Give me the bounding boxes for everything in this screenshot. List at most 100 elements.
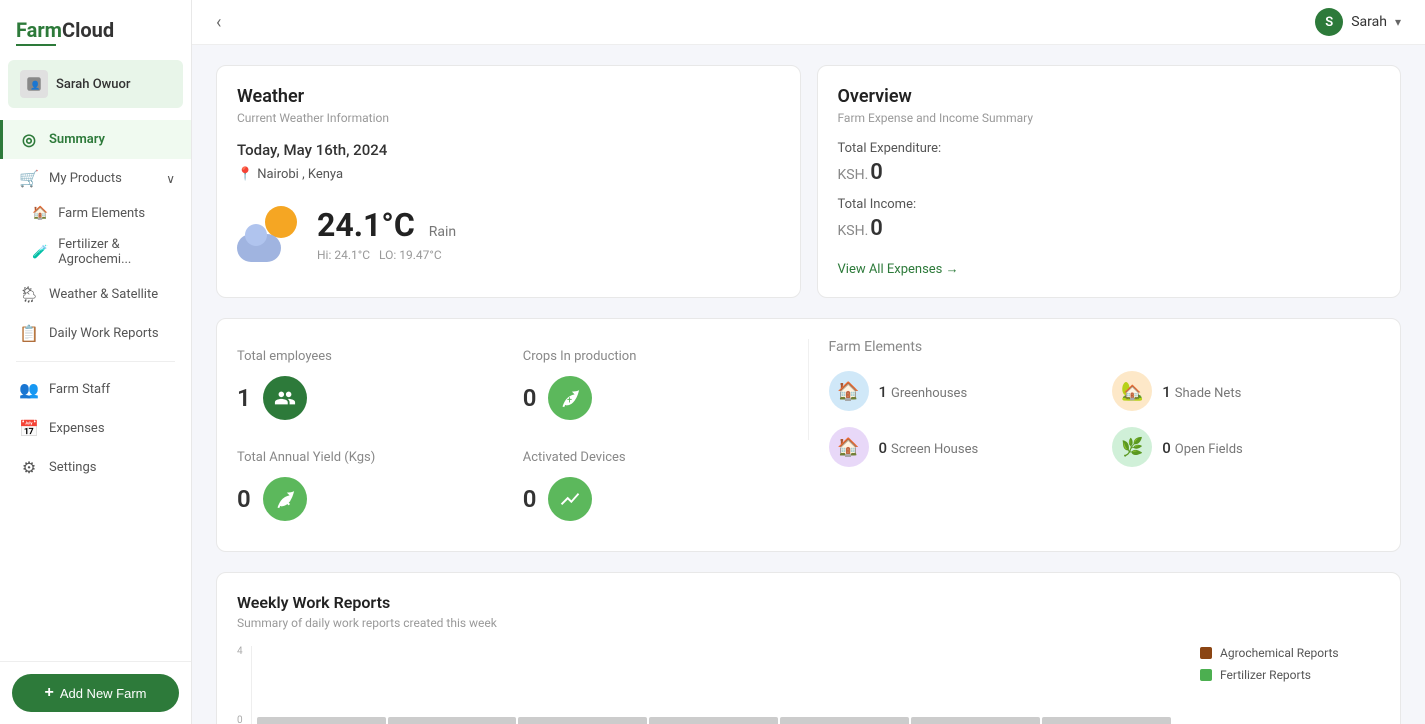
chart-bar-4 [649,717,778,724]
farm-elements-stats: Farm Elements 🏠 1 Greenhouses 🏡 [809,339,1381,531]
fertilizer-icon: 🧪 [32,245,48,260]
expenses-icon: 📅 [19,419,39,438]
sidebar-label-daily-work: Daily Work Reports [49,326,159,341]
y-min: 0 [237,715,243,724]
fertilizer-legend-label: Fertilizer Reports [1220,668,1311,682]
logo-area: FarmCloud [0,0,191,56]
devices-label: Activated Devices [523,450,789,465]
stats-grid: Total employees 1 Total Annual Yield (Kg… [237,339,1380,531]
stats-left: Total employees 1 Total Annual Yield (Kg… [237,339,523,531]
greenhouse-name: Greenhouses [891,386,967,401]
chart-legend: Agrochemical Reports Fertilizer Reports [1200,646,1380,724]
sidebar-item-my-products[interactable]: 🛒 My Products ∨ [0,159,191,198]
expenditure-currency: KSH. [838,167,869,183]
weather-details: 24.1°C Rain Hi: 24.1°C LO: 19.47°C [317,206,456,262]
income-row: Total Income: KSH.0 [838,197,1381,241]
open-fields-count: 0 [1162,439,1171,457]
weather-location: 📍 Nairobi , Kenya [237,167,780,182]
chart-bars [251,646,1176,724]
farm-elements-icon: 🏠 [32,206,48,221]
greenhouse-count: 1 [879,383,888,401]
employees-label: Total employees [237,349,503,364]
income-currency: KSH. [838,223,869,239]
topbar: ‹ S Sarah ▾ [192,0,1425,45]
income-amount: 0 [870,216,883,241]
yield-icon [263,477,307,521]
sidebar-label-products: My Products [49,171,122,186]
annual-yield-label: Total Annual Yield (Kgs) [237,450,503,465]
income-value: KSH.0 [838,216,1381,241]
view-all-expenses-link[interactable]: View All Expenses → [838,261,959,277]
devices-stat: Activated Devices 0 [523,440,809,531]
page-content: Weather Current Weather Information Toda… [192,45,1425,724]
add-farm-button[interactable]: + Add New Farm [12,674,179,712]
crops-label: Crops In production [523,349,788,364]
employees-stat: Total employees 1 [237,339,523,440]
topbar-user[interactable]: S Sarah ▾ [1315,8,1401,36]
employees-value-row: 1 [237,376,503,420]
overview-title: Overview [838,86,1381,107]
screen-houses-icon: 🏠 [829,427,869,467]
expenditure-row: Total Expenditure: KSH.0 [838,141,1381,185]
crops-icon [548,376,592,420]
topbar-username: Sarah [1351,14,1387,30]
weekly-reports-section: Weekly Work Reports Summary of daily wor… [216,572,1401,724]
sidebar-label-farm-staff: Farm Staff [49,382,110,397]
add-farm-label: Add New Farm [60,686,147,701]
shade-nets-name: Shade Nets [1175,386,1242,401]
y-max: 4 [237,646,243,657]
employees-value: 1 [237,384,251,412]
sidebar-item-farm-elements[interactable]: 🏠 Farm Elements [0,198,191,229]
sun-icon [265,206,297,238]
sidebar-user[interactable]: 👤 Sarah Owuor [8,60,183,108]
farm-element-open-fields: 🌿 0 Open Fields [1112,427,1380,467]
farm-elements-title: Farm Elements [829,339,1381,355]
annual-yield-value: 0 [237,485,251,513]
expenditure-label: Total Expenditure: [838,141,1381,156]
chart-area: 4 0 [237,646,1176,724]
sidebar-item-summary[interactable]: ◎ Summary [0,120,191,159]
fertilizer-legend-dot [1200,669,1212,681]
farm-staff-icon: 👥 [19,380,39,399]
weather-range: Hi: 24.1°C LO: 19.47°C [317,248,456,262]
sidebar-item-fertilizer[interactable]: 🧪 Fertilizer & Agrochemi... [0,229,191,275]
stats-section: Total employees 1 Total Annual Yield (Kg… [216,318,1401,552]
shade-nets-icon: 🏡 [1112,371,1152,411]
chart-bar-3 [518,717,647,724]
logo-underline [16,44,56,46]
overview-subtitle: Farm Expense and Income Summary [838,111,1381,125]
collapse-icon[interactable]: ‹ [216,12,221,33]
chart-bar-7 [1042,717,1171,724]
crops-stat: Crops In production 0 [523,339,809,440]
sidebar-username: Sarah Owuor [56,77,131,92]
top-cards-row: Weather Current Weather Information Toda… [216,65,1401,298]
location-pin-icon: 📍 [237,167,253,182]
farm-element-screen-houses: 🏠 0 Screen Houses [829,427,1097,467]
sidebar-item-daily-work[interactable]: 📋 Daily Work Reports [0,314,191,353]
main-content: ‹ S Sarah ▾ Weather Current Weather Info… [192,0,1425,724]
sidebar: FarmCloud 👤 Sarah Owuor ◎ Summary 🛒 My P… [0,0,192,724]
legend-fertilizer: Fertilizer Reports [1200,668,1380,682]
weather-title: Weather [237,86,780,107]
weekly-reports-body: 4 0 [237,646,1380,724]
chart-bar-6 [911,717,1040,724]
stats-center: Crops In production 0 Activated Devices … [523,339,809,531]
sidebar-item-expenses[interactable]: 📅 Expenses [0,409,191,448]
farm-element-shade-nets: 🏡 1 Shade Nets [1112,371,1380,411]
chart-y-axis: 4 0 [237,646,243,724]
shade-nets-count: 1 [1162,383,1171,401]
weekly-reports-title: Weekly Work Reports [237,593,1380,612]
sidebar-item-weather[interactable]: 🌦 Weather & Satellite [0,275,191,314]
sidebar-item-settings[interactable]: ⚙ Settings [0,448,191,487]
farm-elements-grid: 🏠 1 Greenhouses 🏡 1 Shade Nets [829,371,1381,467]
weather-temperature: 24.1°C [317,206,415,244]
screen-houses-count: 0 [879,439,888,457]
overview-card: Overview Farm Expense and Income Summary… [817,65,1402,298]
plus-icon: + [44,684,53,702]
svg-text:👤: 👤 [30,80,40,91]
income-label: Total Income: [838,197,1381,212]
daily-work-icon: 📋 [19,324,39,343]
sidebar-item-farm-staff[interactable]: 👥 Farm Staff [0,370,191,409]
annual-yield-value-row: 0 [237,477,503,521]
user-icon: 👤 [20,70,48,98]
